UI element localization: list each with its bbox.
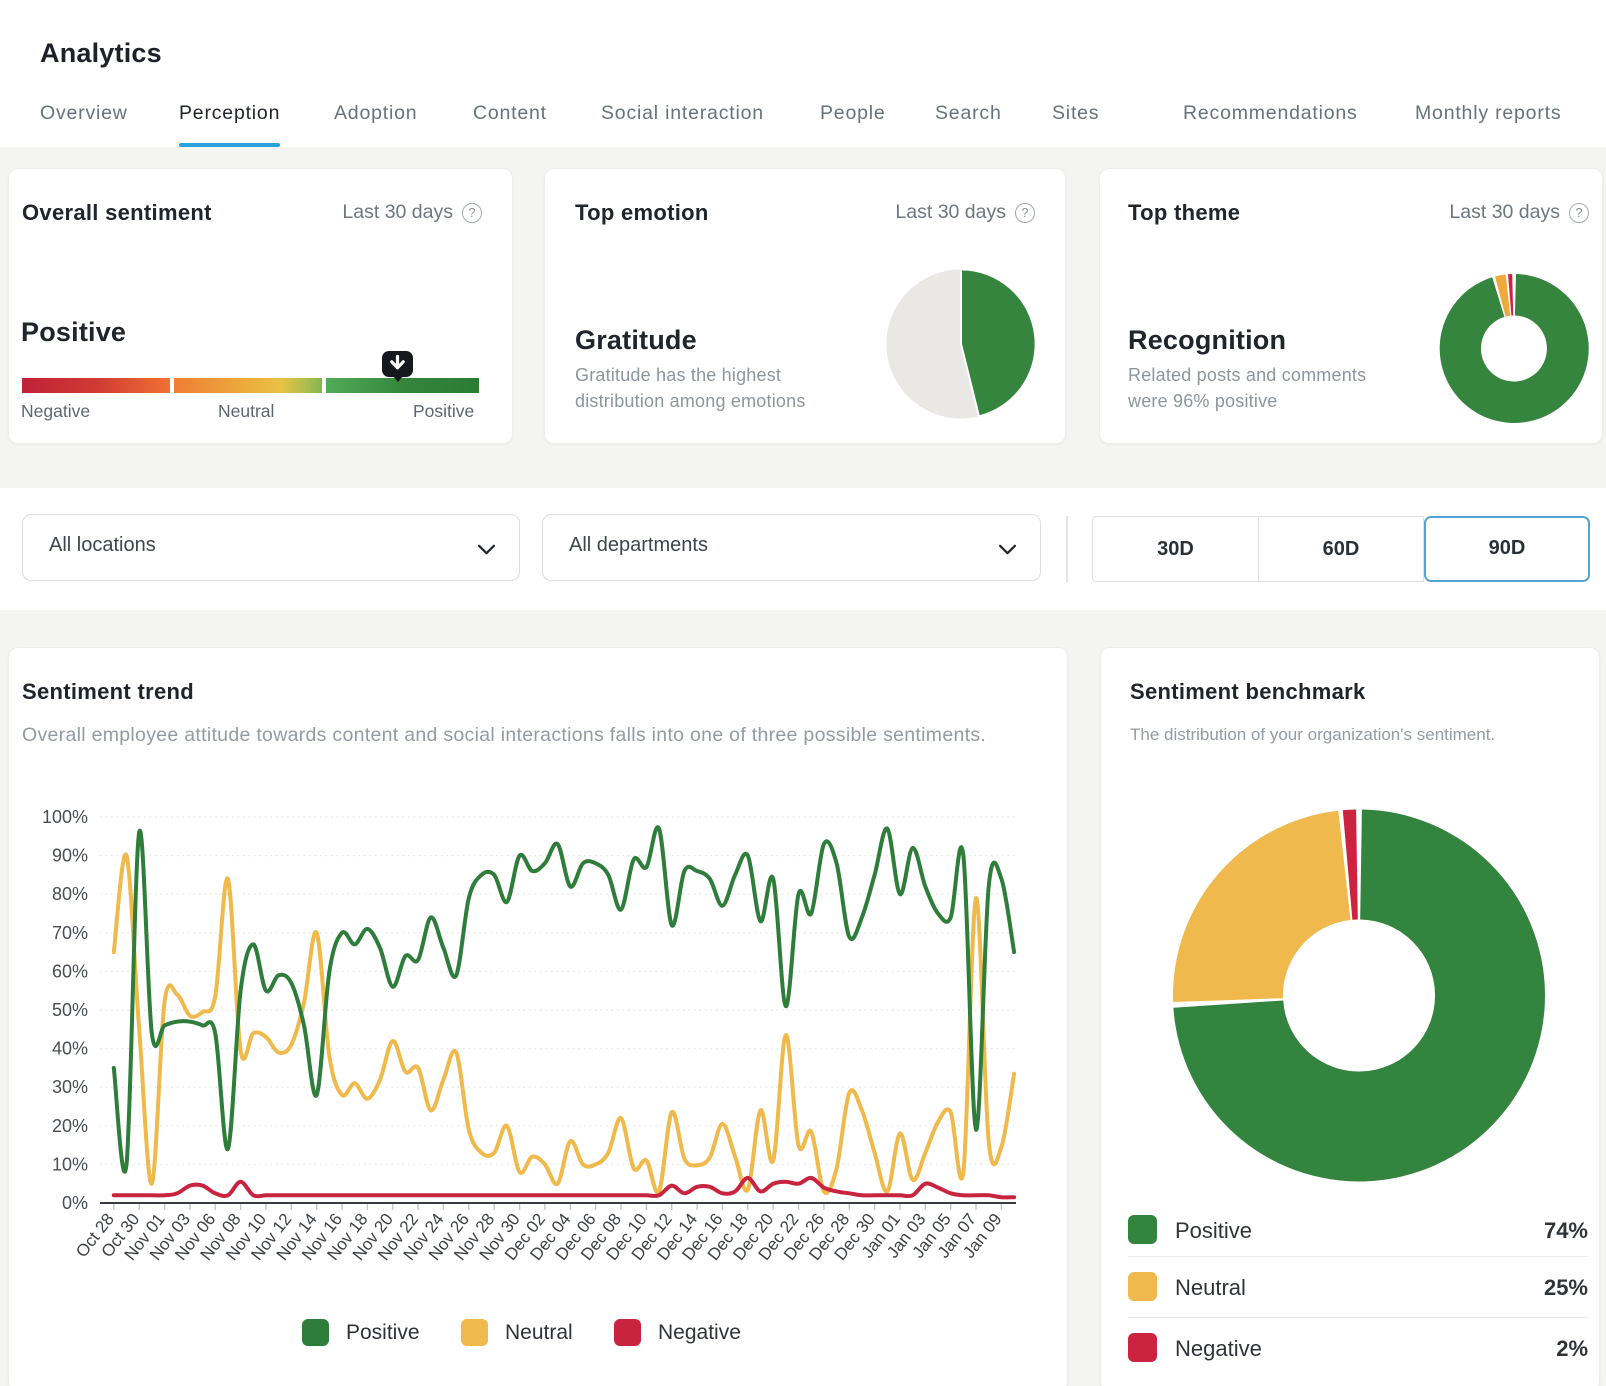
- svg-text:100%: 100%: [42, 807, 88, 827]
- svg-text:90%: 90%: [52, 846, 88, 866]
- svg-text:60%: 60%: [52, 961, 88, 981]
- svg-text:50%: 50%: [52, 1000, 88, 1020]
- svg-text:30%: 30%: [52, 1077, 88, 1097]
- svg-text:20%: 20%: [52, 1116, 88, 1136]
- svg-text:0%: 0%: [62, 1193, 88, 1213]
- svg-text:70%: 70%: [52, 923, 88, 943]
- svg-text:10%: 10%: [52, 1154, 88, 1174]
- svg-text:40%: 40%: [52, 1039, 88, 1059]
- svg-text:80%: 80%: [52, 884, 88, 904]
